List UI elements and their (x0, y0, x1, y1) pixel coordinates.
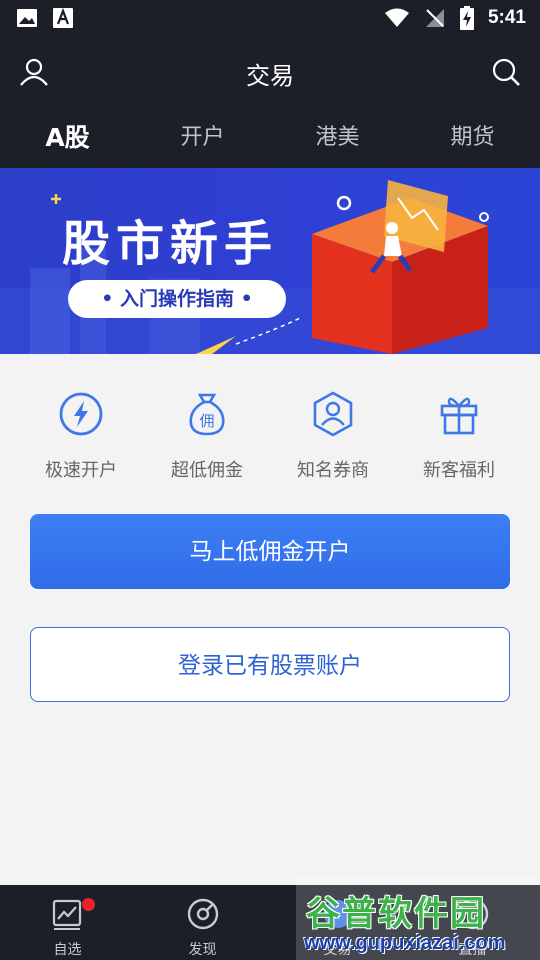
search-icon[interactable] (490, 56, 522, 88)
nav-item-watchlist[interactable]: 自选 (0, 885, 135, 960)
open-account-button[interactable]: 马上低佣金开户 (30, 514, 510, 589)
feature-label: 新客福利 (423, 460, 495, 481)
feature-low-commission[interactable]: 佣 超低佣金 (151, 384, 263, 482)
feature-famous-broker[interactable]: 知名券商 (277, 384, 389, 482)
discover-icon (187, 898, 218, 930)
feature-fast-open[interactable]: 极速开户 (25, 384, 137, 482)
page-title: 交易 (246, 62, 294, 90)
image-notification-icon (17, 9, 37, 27)
app-header: 交易 A股 开户 港美 期货 (0, 36, 540, 168)
nav-item-discover[interactable]: 发现 (135, 885, 270, 960)
gift-icon (440, 397, 478, 435)
tab-hk-us[interactable]: 港美 (270, 120, 405, 160)
svg-text:佣: 佣 (199, 412, 214, 430)
promo-banner[interactable]: 股市新手 • 入门操作指南 • (0, 168, 540, 354)
money-bag-icon: 佣 (189, 393, 225, 436)
banner-subtitle-pill: • 入门操作指南 • (68, 280, 286, 318)
watermark-text: 谷普软件园 (306, 894, 486, 934)
login-account-button[interactable]: 登录已有股票账户 (30, 627, 510, 702)
feature-new-user-benefit[interactable]: 新客福利 (403, 384, 515, 482)
feature-label: 知名券商 (297, 460, 369, 481)
nav-label: 发现 (188, 942, 217, 958)
lightning-icon (59, 392, 103, 436)
notification-badge (82, 898, 95, 911)
feature-label: 极速开户 (45, 460, 117, 481)
wifi-icon (384, 8, 409, 27)
watermark-url: www.gupuxiazai.com (304, 932, 506, 954)
tab-futures[interactable]: 期货 (405, 120, 540, 160)
tab-a-shares[interactable]: A股 (0, 120, 135, 160)
watermark: 谷普软件园 www.gupuxiazai.com (296, 876, 540, 960)
font-notification-icon (53, 7, 73, 28)
battery-charging-icon (459, 6, 474, 30)
nav-label: 自选 (53, 942, 82, 958)
market-tabs: A股 开户 港美 期货 (0, 120, 540, 160)
chart-icon (52, 899, 81, 930)
status-bar: 5:41 (0, 0, 540, 36)
banner-title: 股市新手 (62, 216, 279, 272)
no-signal-icon (425, 9, 444, 27)
status-time: 5:41 (487, 7, 526, 28)
feature-label: 超低佣金 (171, 460, 243, 481)
tab-open-account[interactable]: 开户 (135, 120, 270, 160)
feature-row: 极速开户 佣 超低佣金 知名券商 新客福利 (0, 384, 540, 482)
user-shield-icon (313, 391, 353, 437)
